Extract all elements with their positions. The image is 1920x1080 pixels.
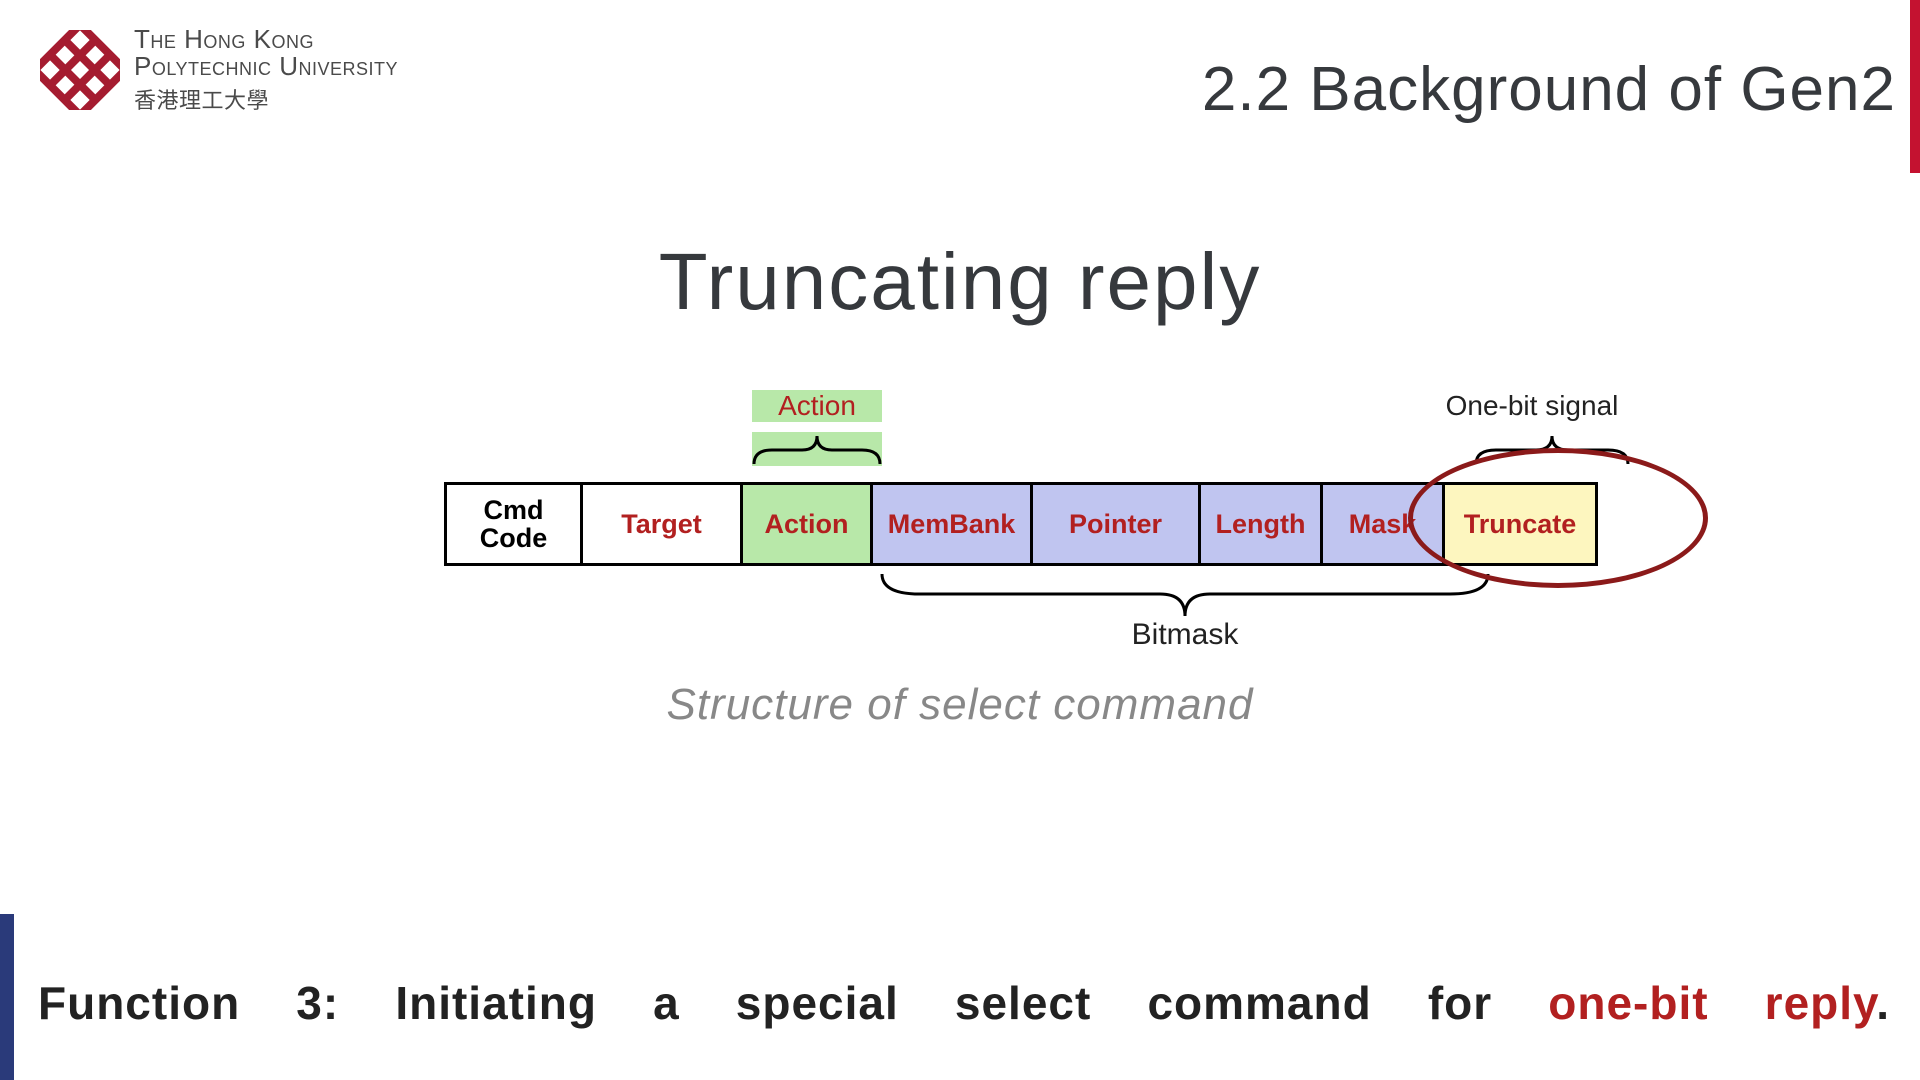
diagram-caption: Structure of select command <box>0 680 1920 730</box>
field-cmd-code: Cmd Code <box>444 482 580 566</box>
annotation-bitmask: Bitmask <box>880 618 1490 652</box>
footer-prefix: Function 3: Initiating a special select … <box>38 977 1548 1029</box>
field-action: Action <box>740 482 870 566</box>
brace-bottom-bitmask-icon <box>880 572 1490 622</box>
university-logo: The Hong Kong Polytechnic University 香港理… <box>40 26 398 115</box>
polyu-knot-icon <box>40 30 120 110</box>
footer-suffix: . <box>1876 977 1890 1029</box>
logo-line2: Polytechnic University <box>134 53 398 80</box>
field-mask: Mask <box>1320 482 1442 566</box>
field-row: Cmd Code Target Action MemBank Pointer L… <box>444 482 1598 566</box>
accent-bar-bottom-left <box>0 914 14 1080</box>
footer-highlight: one-bit reply <box>1548 977 1876 1029</box>
annotation-onebit: One-bit signal <box>1372 390 1692 422</box>
section-title: 2.2 Background of Gen2 <box>1202 54 1896 125</box>
field-label-cmd: Cmd Code <box>480 496 548 553</box>
logo-line3: 香港理工大學 <box>134 83 398 115</box>
brace-top-action-icon <box>752 432 882 466</box>
field-pointer: Pointer <box>1030 482 1198 566</box>
annotation-action: Action <box>752 390 882 422</box>
field-truncate: Truncate <box>1442 482 1598 566</box>
function-description: Function 3: Initiating a special select … <box>38 976 1890 1030</box>
field-target: Target <box>580 482 740 566</box>
brace-top-onebit-icon <box>1474 432 1630 466</box>
slide-title: Truncating reply <box>0 236 1920 328</box>
field-length: Length <box>1198 482 1320 566</box>
logo-line1: The Hong Kong <box>134 26 398 53</box>
university-logo-text: The Hong Kong Polytechnic University 香港理… <box>134 26 398 115</box>
field-membank: MemBank <box>870 482 1030 566</box>
accent-bar-top-right <box>1910 0 1920 173</box>
